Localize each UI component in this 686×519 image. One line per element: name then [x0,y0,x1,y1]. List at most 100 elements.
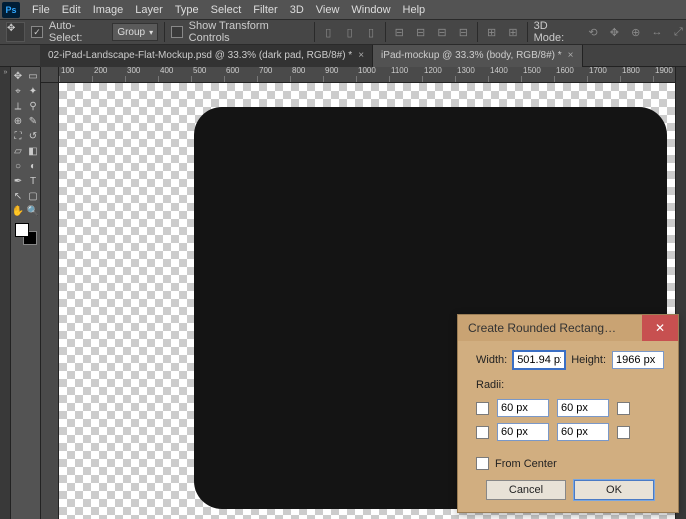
close-icon[interactable]: ✕ [642,315,678,341]
height-input[interactable] [612,351,664,369]
radius-bl-input[interactable] [497,423,549,441]
3d-scale-icon[interactable]: ⤢ [671,24,686,40]
distribute-icon[interactable]: ⊟ [413,24,428,40]
dialog-titlebar[interactable]: Create Rounded Rectang… ✕ [458,315,678,341]
radius-br-input[interactable] [557,423,609,441]
options-divider [385,22,386,42]
radius-bl-checkbox[interactable] [476,426,489,439]
menu-window[interactable]: Window [345,2,396,18]
ok-button[interactable]: OK [574,480,654,500]
eraser-tool-icon[interactable]: ▱ [11,145,25,159]
width-label: Width: [476,354,507,366]
document-tabs: 02-iPad-Landscape-Flat-Mockup.psd @ 33.3… [0,45,686,67]
radius-br-checkbox[interactable] [617,426,630,439]
blur-tool-icon[interactable]: ○ [11,160,25,174]
ruler-tick: 1000 [356,76,389,82]
menu-edit[interactable]: Edit [56,2,87,18]
distribute-icon[interactable]: ⊟ [392,24,407,40]
ruler-tick: 100 [59,76,92,82]
menu-file[interactable]: File [26,2,56,18]
distribute-icon[interactable]: ⊞ [484,24,499,40]
toolbox: ✥▭ ⌖✦ ⟂⚲ ⊕✎ ⛶↺ ▱◧ ○◐ ✒T ↖▢ ✋🔍 [11,67,41,519]
align-icon[interactable]: ▯ [363,24,378,40]
document-tab[interactable]: iPad-mockup @ 33.3% (body, RGB/8#) * × [373,45,582,67]
radius-tl-checkbox[interactable] [476,402,489,415]
auto-select-dropdown[interactable]: Group [112,23,158,41]
distribute-icon[interactable]: ⊞ [505,24,520,40]
ruler-tick: 1200 [422,76,455,82]
options-divider [527,22,528,42]
show-transform-label: Show Transform Controls [189,20,308,44]
width-input[interactable] [513,351,565,369]
left-panel-collapsed[interactable]: » [0,67,11,519]
history-brush-icon[interactable]: ↺ [26,130,40,144]
vertical-ruler [41,83,59,519]
tab-label: iPad-mockup @ 33.3% (body, RGB/8#) * [381,50,562,61]
align-icon[interactable]: ▯ [342,24,357,40]
marquee-tool-icon[interactable]: ▭ [26,70,40,84]
radius-tl-input[interactable] [497,399,549,417]
path-tool-icon[interactable]: ↖ [11,190,25,204]
3d-orbit-icon[interactable]: ⟲ [585,24,600,40]
ruler-tick: 800 [290,76,323,82]
auto-select-checkbox[interactable]: ✓ [31,26,43,38]
ruler-tick: 200 [92,76,125,82]
shape-tool-icon[interactable]: ▢ [26,190,40,204]
radius-tr-checkbox[interactable] [617,402,630,415]
foreground-color-swatch[interactable] [15,223,29,237]
options-bar: ✥ ✓ Auto-Select: Group Show Transform Co… [0,19,686,45]
ruler-tick: 1700 [587,76,620,82]
distribute-icon[interactable]: ⊟ [434,24,449,40]
show-transform-checkbox[interactable] [171,26,183,38]
height-label: Height: [571,354,606,366]
dodge-tool-icon[interactable]: ◐ [26,160,40,174]
close-icon[interactable]: × [568,50,574,61]
ruler-tick: 1500 [521,76,554,82]
heal-tool-icon[interactable]: ⊕ [11,115,25,129]
crop-tool-icon[interactable]: ⟂ [11,100,25,114]
move-tool-icon[interactable]: ✥ [6,22,25,42]
type-tool-icon[interactable]: T [26,175,40,189]
3d-slide-icon[interactable]: ↔ [649,24,664,40]
wand-tool-icon[interactable]: ✦ [26,85,40,99]
menu-layer[interactable]: Layer [129,2,169,18]
ruler-tick: 500 [191,76,224,82]
cancel-button[interactable]: Cancel [486,480,566,500]
ruler-tick: 1600 [554,76,587,82]
move-tool-icon[interactable]: ✥ [11,70,25,84]
3d-roll-icon[interactable]: ✥ [607,24,622,40]
ruler-tick: 1900 [653,76,675,82]
from-center-checkbox[interactable] [476,457,489,470]
zoom-tool-icon[interactable]: 🔍 [26,205,40,219]
ruler-tick: 1100 [389,76,422,82]
eyedropper-tool-icon[interactable]: ⚲ [26,100,40,114]
menu-view[interactable]: View [310,2,346,18]
gradient-tool-icon[interactable]: ◧ [26,145,40,159]
color-swatches[interactable] [15,223,37,245]
menu-image[interactable]: Image [87,2,130,18]
hand-tool-icon[interactable]: ✋ [11,205,25,219]
ruler-tick: 400 [158,76,191,82]
ruler-tick: 700 [257,76,290,82]
dialog-body: Width: Height: Radii: [458,341,678,512]
ruler-corner [41,67,59,83]
radius-tr-input[interactable] [557,399,609,417]
align-icon[interactable]: ▯ [321,24,336,40]
pen-tool-icon[interactable]: ✒ [11,175,25,189]
distribute-icon[interactable]: ⊟ [456,24,471,40]
3d-pan-icon[interactable]: ⊕ [628,24,643,40]
menu-3d[interactable]: 3D [284,2,310,18]
tab-label: 02-iPad-Landscape-Flat-Mockup.psd @ 33.3… [48,50,352,61]
lasso-tool-icon[interactable]: ⌖ [11,85,25,99]
menu-select[interactable]: Select [205,2,248,18]
document-tab[interactable]: 02-iPad-Landscape-Flat-Mockup.psd @ 33.3… [40,45,373,67]
brush-tool-icon[interactable]: ✎ [26,115,40,129]
ruler-tick: 1400 [488,76,521,82]
menu-filter[interactable]: Filter [247,2,283,18]
stamp-tool-icon[interactable]: ⛶ [11,130,25,144]
menu-help[interactable]: Help [397,2,432,18]
close-icon[interactable]: × [358,50,364,61]
menu-type[interactable]: Type [169,2,205,18]
dialog-title: Create Rounded Rectang… [468,321,642,335]
radii-label: Radii: [476,379,664,391]
